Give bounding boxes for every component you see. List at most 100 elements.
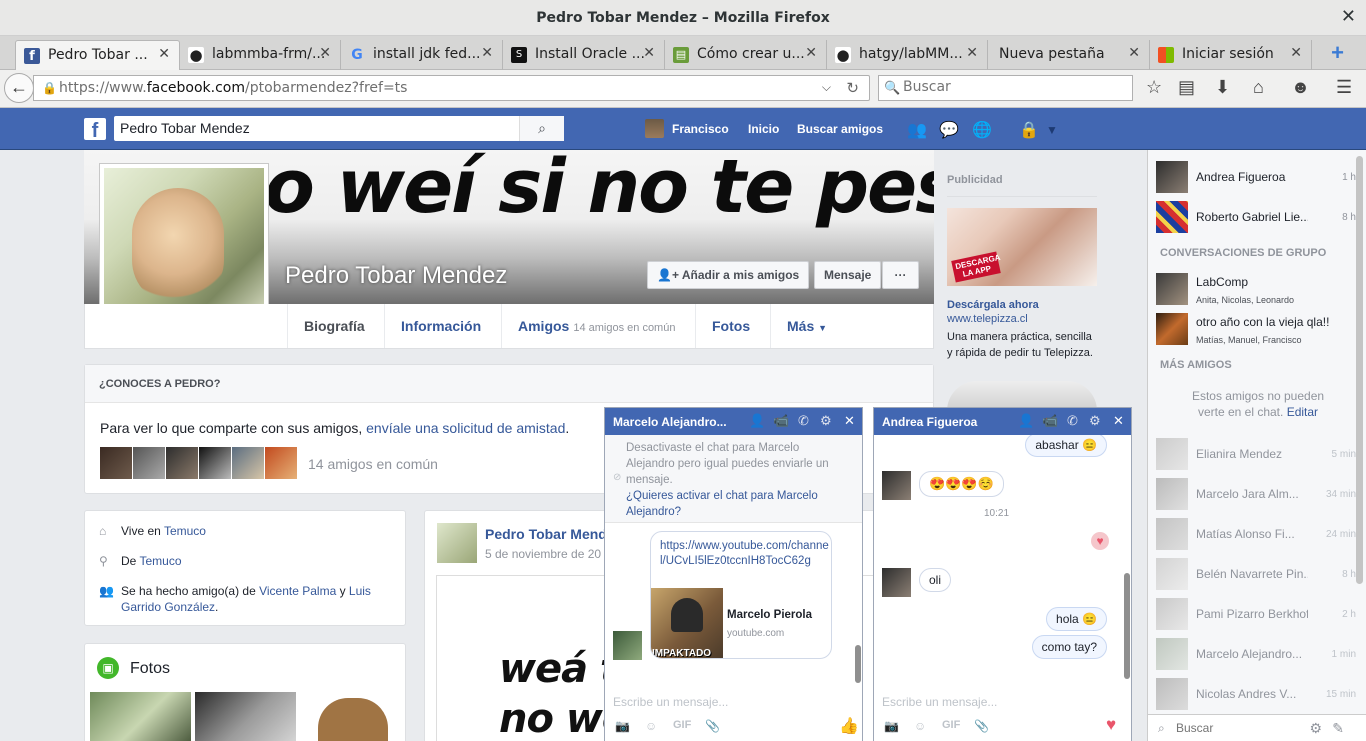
browser-search-input[interactable] — [903, 79, 1123, 95]
add-people-icon[interactable]: 👤 — [749, 413, 765, 429]
camera-icon[interactable]: 📷 — [884, 719, 899, 733]
chat-contact-offline[interactable]: Belén Navarrete Pin... 8 h — [1156, 558, 1356, 592]
camera-icon[interactable]: 📷 — [615, 719, 630, 733]
user-avatar[interactable] — [645, 119, 664, 138]
find-friends-link[interactable]: Buscar amigos — [797, 122, 883, 136]
tab-github-labmmba[interactable]: ● labmmba-frm/... ✕ — [180, 40, 341, 70]
from-city-link[interactable]: Temuco — [139, 554, 181, 568]
chat-contact-offline[interactable]: Nicolas Andres V... 15 min — [1156, 678, 1356, 712]
url-bar[interactable]: 🔒 https://www.facebook.com/ptobarmendez?… — [33, 75, 870, 101]
window-close-icon[interactable]: ✕ — [1341, 6, 1356, 27]
chat-settings-gear-icon[interactable]: ⚙ — [1309, 720, 1322, 737]
chat-contact-offline[interactable]: Marcelo Alejandro... 1 min — [1156, 638, 1356, 672]
message-input[interactable]: Escribe un mensaje... — [882, 695, 997, 709]
chat-window-header[interactable]: Andrea Figueroa 👤 📹 ✆ ⚙ ✕ — [874, 408, 1131, 435]
sender-avatar[interactable] — [882, 471, 911, 500]
chat-window-header[interactable]: Marcelo Alejandro... 👤 📹 ✆ ⚙ ✕ — [605, 408, 862, 435]
settings-gear-icon[interactable]: ⚙ — [1089, 413, 1101, 429]
send-friend-request-link[interactable]: envíale una solicitud de amistad — [366, 420, 565, 436]
close-icon[interactable]: ✕ — [1113, 413, 1124, 429]
chat-contact[interactable]: Roberto Gabriel Lie... 8 h — [1156, 201, 1356, 235]
notifications-globe-icon[interactable]: 🌐 — [972, 120, 992, 140]
privacy-shortcuts-icon[interactable]: 🔒 — [1019, 120, 1039, 140]
home-icon[interactable]: ⌂ — [1253, 77, 1264, 98]
mutual-friends-count[interactable]: 14 amigos en común — [308, 456, 438, 472]
chat-contact[interactable]: Andrea Figueroa 1 h — [1156, 161, 1356, 195]
tab-close-icon[interactable]: ✕ — [805, 45, 817, 61]
new-tab-plus-icon[interactable]: + — [1331, 40, 1344, 66]
attach-icon[interactable]: 📎 — [974, 719, 989, 733]
chat-window-title[interactable]: Andrea Figueroa — [882, 415, 977, 429]
message-input[interactable]: Escribe un mensaje... — [613, 695, 728, 709]
tab-github-hatgy[interactable]: ● hatgy/labMM... ✕ — [827, 40, 988, 70]
account-menu-chevron-icon[interactable]: ▼ — [1046, 123, 1058, 137]
tab-informacion[interactable]: Información — [384, 304, 501, 348]
photo-thumbnail[interactable] — [195, 692, 296, 741]
tab-biografia[interactable]: Biografía — [287, 304, 384, 348]
facebook-logo-icon[interactable]: f — [84, 118, 106, 142]
gif-button[interactable]: GIF — [942, 719, 960, 731]
chat-sidebar-scrollbar[interactable] — [1356, 156, 1363, 584]
mutual-friend-avatar[interactable] — [199, 447, 231, 479]
user-profile-link[interactable]: Francisco — [672, 122, 729, 136]
photos-title[interactable]: Fotos — [130, 660, 170, 678]
tab-install-oracle[interactable]: S Install Oracle ... ✕ — [503, 40, 665, 70]
add-friend-button[interactable]: 👤+ Añadir a mis amigos — [647, 261, 810, 289]
tab-close-icon[interactable]: ✕ — [1128, 45, 1140, 61]
video-call-icon[interactable]: 📹 — [773, 413, 789, 429]
phone-call-icon[interactable]: ✆ — [1067, 413, 1078, 429]
mutual-friend-avatar[interactable] — [166, 447, 198, 479]
lives-city-link[interactable]: Temuco — [164, 524, 206, 538]
chat-contact-offline[interactable]: Matías Alonso Fi... 24 min — [1156, 518, 1356, 552]
photo-thumbnail[interactable] — [90, 692, 191, 741]
close-icon[interactable]: ✕ — [844, 413, 855, 429]
chat-contact-offline[interactable]: Pami Pizarro Berkhoff 2 h — [1156, 598, 1356, 632]
video-call-icon[interactable]: 📹 — [1042, 413, 1058, 429]
tab-fotos[interactable]: Fotos — [695, 304, 770, 348]
phone-call-icon[interactable]: ✆ — [798, 413, 809, 429]
shared-link-url[interactable]: https://www.youtube.com/channel/UCvLI5lE… — [660, 539, 830, 569]
mutual-friend-avatar[interactable] — [265, 447, 297, 479]
tab-mas[interactable]: Más ▼ — [770, 304, 848, 348]
chat-bubble-icon[interactable]: ☻ — [1291, 77, 1310, 98]
mutual-friend-avatar[interactable] — [232, 447, 264, 479]
home-link[interactable]: Inicio — [748, 122, 779, 136]
ad-url[interactable]: www.telepizza.cl — [947, 313, 1028, 325]
attach-icon[interactable]: 📎 — [705, 719, 720, 733]
gif-button[interactable]: GIF — [673, 719, 691, 731]
tab-facebook[interactable]: f Pedro Tobar ... ✕ — [15, 40, 180, 70]
ad-title[interactable]: Descárgala ahora — [947, 299, 1039, 311]
post-date[interactable]: 5 de noviembre de 20 — [485, 547, 601, 561]
reading-list-icon[interactable]: ▤ — [1178, 77, 1195, 98]
tab-google-jdk[interactable]: G install jdk fed... ✕ — [341, 40, 503, 70]
add-people-icon[interactable]: 👤 — [1018, 413, 1034, 429]
reload-icon[interactable]: ↻ — [846, 79, 859, 97]
tab-nueva-pestana[interactable]: Nueva pestaña ✕ — [988, 40, 1150, 70]
sender-avatar[interactable] — [613, 631, 642, 660]
photo-thumbnail[interactable] — [300, 692, 401, 741]
search-icon[interactable]: ⌕ — [519, 116, 564, 141]
url-dropdown-icon[interactable]: ⌵ — [822, 80, 831, 95]
friend-link[interactable]: Vicente Palma — [259, 584, 336, 598]
tab-amigos[interactable]: Amigos 14 amigos en común — [501, 304, 695, 348]
downloads-icon[interactable]: ⬇ — [1215, 77, 1230, 98]
menu-hamburger-icon[interactable]: ☰ — [1336, 77, 1352, 98]
tab-iniciar-sesion[interactable]: Iniciar sesión ✕ — [1150, 40, 1312, 70]
link-share-card[interactable]: https://www.youtube.com/channel/UCvLI5lE… — [650, 531, 832, 659]
emoji-icon[interactable]: ☺ — [914, 719, 926, 733]
settings-gear-icon[interactable]: ⚙ — [820, 413, 832, 429]
chat-contact-offline[interactable]: Elianira Mendez 5 min — [1156, 438, 1356, 472]
new-message-icon[interactable]: ✎ — [1332, 720, 1344, 737]
tab-close-icon[interactable]: ✕ — [319, 45, 331, 61]
post-author-avatar[interactable] — [437, 523, 477, 563]
mutual-friend-avatar[interactable] — [100, 447, 132, 479]
tab-close-icon[interactable]: ✕ — [481, 45, 493, 61]
video-thumbnail[interactable]: IMPAKTADO — [651, 588, 723, 658]
group-conversation[interactable]: otro año con la vieja qla!! Matías, Manu… — [1156, 313, 1356, 347]
post-author-name[interactable]: Pedro Tobar Mende — [485, 526, 615, 542]
chat-window-title[interactable]: Marcelo Alejandro... — [613, 415, 727, 429]
browser-search-box[interactable]: 🔍 — [878, 75, 1133, 101]
mutual-friend-avatar[interactable] — [133, 447, 165, 479]
edit-link[interactable]: Editar — [1287, 405, 1318, 419]
chat-scrollbar[interactable] — [855, 645, 861, 683]
